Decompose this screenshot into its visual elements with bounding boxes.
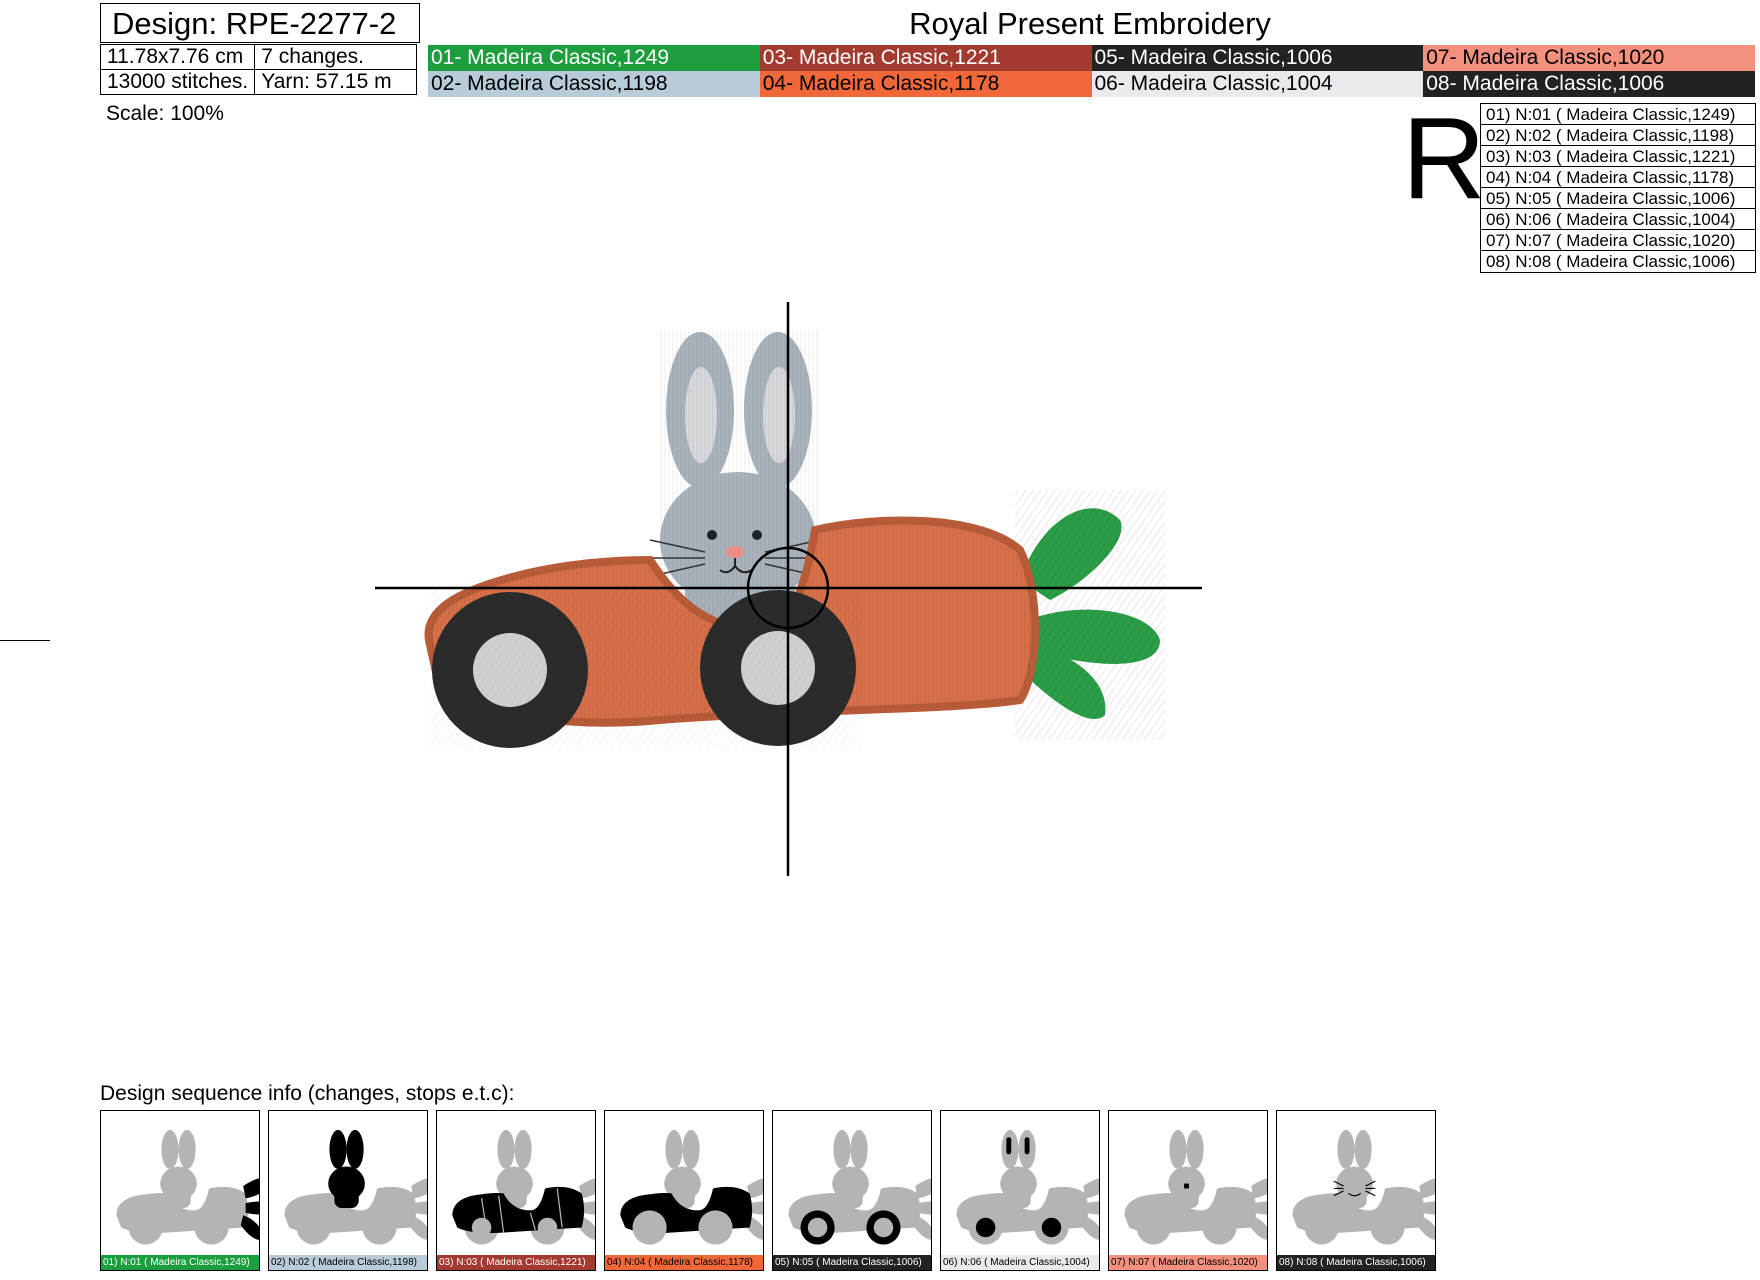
yarn-length: Yarn: 57.15 m	[254, 69, 418, 95]
sequence-thumbnail	[452, 1129, 595, 1245]
sequence-thumbnail	[116, 1129, 259, 1245]
sequence-step: 06) N:06 ( Madeira Classic,1004)	[940, 1110, 1100, 1271]
needle-row: 02) N:02 ( Madeira Classic,1198)	[1481, 125, 1755, 146]
scale-label: Scale: 100%	[106, 102, 224, 125]
sequence-step-label: 02) N:02 ( Madeira Classic,1198)	[269, 1255, 427, 1270]
design-id: Design: RPE-2277-2	[112, 6, 397, 41]
car-wheels	[430, 590, 860, 750]
sequence-thumbnail	[620, 1129, 763, 1245]
sequence-step-label: 08) N:08 ( Madeira Classic,1006)	[1277, 1255, 1435, 1270]
thread-swatch: 02- Madeira Classic,1198	[428, 71, 760, 97]
sequence-step: 01) N:01 ( Madeira Classic,1249)	[100, 1110, 260, 1271]
bunny-eye-right	[752, 530, 762, 540]
needle-row: 07) N:07 ( Madeira Classic,1020)	[1481, 230, 1755, 251]
brand-logo: R	[1402, 93, 1486, 223]
sequence-step-label: 05) N:05 ( Madeira Classic,1006)	[773, 1255, 931, 1270]
sequence-thumbnail	[284, 1129, 427, 1245]
sequence-step-label: 03) N:03 ( Madeira Classic,1221)	[437, 1255, 595, 1270]
sequence-step: 04) N:04 ( Madeira Classic,1178)	[604, 1110, 764, 1271]
sequence-strip: 01) N:01 ( Madeira Classic,1249) 02) N:0…	[100, 1110, 1444, 1271]
design-info-table: 11.78x7.76 cm 7 changes. 13000 stitches.…	[99, 44, 418, 95]
margin-tick	[0, 640, 50, 641]
sequence-step-label: 06) N:06 ( Madeira Classic,1004)	[941, 1255, 1099, 1270]
sequence-step: 07) N:07 ( Madeira Classic,1020)	[1108, 1110, 1268, 1271]
needle-row: 08) N:08 ( Madeira Classic,1006)	[1486, 252, 1736, 271]
thread-swatch: 03- Madeira Classic,1221	[759, 45, 1092, 71]
design-size: 11.78x7.76 cm	[99, 44, 256, 70]
bunny-nose	[726, 546, 744, 558]
sequence-step: 02) N:02 ( Madeira Classic,1198)	[268, 1110, 428, 1271]
sequence-step: 08) N:08 ( Madeira Classic,1006)	[1276, 1110, 1436, 1271]
sequence-title: Design sequence info (changes, stops e.t…	[100, 1082, 515, 1105]
sequence-step: 05) N:05 ( Madeira Classic,1006)	[772, 1110, 932, 1271]
needle-row: 05) N:05 ( Madeira Classic,1006)	[1481, 188, 1755, 209]
thread-swatch: 07- Madeira Classic,1020	[1423, 45, 1755, 71]
thread-swatch: 04- Madeira Classic,1178	[759, 71, 1092, 97]
sequence-thumbnail	[1292, 1129, 1435, 1245]
design-id-box: Design: RPE-2277-2	[100, 3, 420, 43]
center-crosshair	[375, 302, 1202, 876]
sequence-step-label: 04) N:04 ( Madeira Classic,1178)	[605, 1255, 763, 1270]
needle-row: 06) N:06 ( Madeira Classic,1004)	[1481, 209, 1755, 230]
embroidery-design-preview	[375, 302, 1202, 876]
color-changes: 7 changes.	[254, 44, 418, 70]
needle-row: 04) N:04 ( Madeira Classic,1178)	[1481, 167, 1755, 188]
thread-color-chart: 01- Madeira Classic,1249 02- Madeira Cla…	[428, 45, 1755, 97]
sequence-step-label: 01) N:01 ( Madeira Classic,1249)	[101, 1255, 259, 1270]
sequence-step-label: 07) N:07 ( Madeira Classic,1020)	[1109, 1255, 1267, 1270]
needle-row: 01) N:01 ( Madeira Classic,1249)	[1481, 104, 1755, 125]
sequence-step: 03) N:03 ( Madeira Classic,1221)	[436, 1110, 596, 1271]
sequence-thumbnail	[788, 1129, 931, 1245]
thread-swatch: 06- Madeira Classic,1004	[1091, 71, 1424, 97]
stitch-count: 13000 stitches.	[99, 69, 256, 95]
sequence-thumbnail	[956, 1129, 1099, 1245]
thread-swatch: 05- Madeira Classic,1006	[1091, 45, 1424, 71]
needle-list: 01) N:01 ( Madeira Classic,1249) 02) N:0…	[1480, 103, 1756, 273]
bunny-eye-left	[707, 530, 717, 540]
brand-title: Royal Present Embroidery	[909, 6, 1271, 41]
sequence-thumbnail	[1124, 1129, 1267, 1245]
thread-swatch: 01- Madeira Classic,1249	[428, 45, 760, 71]
needle-row: 03) N:03 ( Madeira Classic,1221)	[1481, 146, 1755, 167]
